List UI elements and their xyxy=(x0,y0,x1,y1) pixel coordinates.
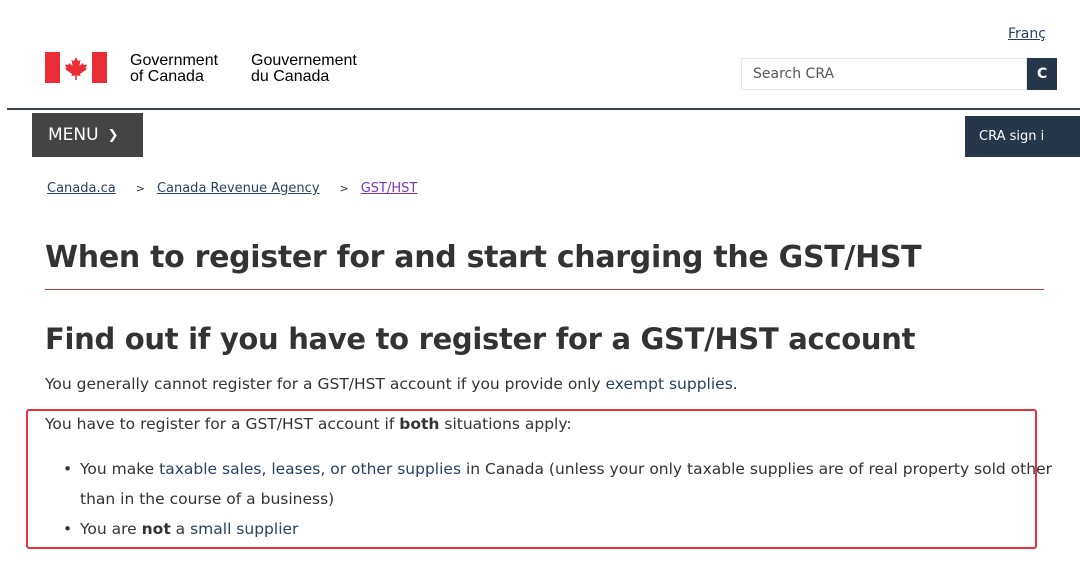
gov-en-line1: Government xyxy=(130,52,219,69)
breadcrumb: Canada.ca > Canada Revenue Agency > GST/… xyxy=(47,181,417,196)
menu-label: MENU xyxy=(48,125,99,145)
breadcrumb-link-gst-hst[interactable]: GST/HST xyxy=(361,181,418,196)
condition-bold: both xyxy=(399,415,440,433)
breadcrumb-separator: > xyxy=(135,182,145,195)
intro-text: You generally cannot register for a GST/… xyxy=(45,375,606,393)
section-heading: Find out if you have to register for a G… xyxy=(45,322,916,356)
gov-en-line2: of Canada xyxy=(130,68,204,85)
small-supplier-link[interactable]: small supplier xyxy=(190,520,298,538)
intro-paragraph: You generally cannot register for a GST/… xyxy=(45,375,738,393)
breadcrumb-link-canada[interactable]: Canada.ca xyxy=(47,181,116,196)
language-toggle-link[interactable]: Franç xyxy=(1008,26,1048,42)
breadcrumb-link-cra[interactable]: Canada Revenue Agency xyxy=(157,181,320,196)
chevron-down-icon: ❯ xyxy=(107,127,119,143)
taxable-supplies-link[interactable]: taxable sales, leases, or other supplies xyxy=(159,460,461,478)
menu-button[interactable]: MENU ❯ xyxy=(32,113,143,157)
condition-text: You have to register for a GST/HST accou… xyxy=(45,415,400,433)
bullet2-bold: not xyxy=(141,520,171,538)
intro-period: . xyxy=(732,375,738,393)
bullet2-text-middle: a xyxy=(170,520,191,538)
list-item: You are not a small supplier xyxy=(63,514,1055,544)
search-input[interactable] xyxy=(741,58,1027,90)
search-button[interactable]: C xyxy=(1027,58,1057,90)
cra-sign-in-button[interactable]: CRA sign i xyxy=(965,116,1080,157)
canada-flag-icon xyxy=(45,52,107,83)
header-divider xyxy=(7,108,1080,110)
page-title: When to register for and start charging … xyxy=(45,240,922,275)
breadcrumb-separator: > xyxy=(339,182,349,195)
list-item: You make taxable sales, leases, or other… xyxy=(63,454,1055,514)
gov-fr-line2: du Canada xyxy=(251,68,330,85)
gov-fr-line1: Gouvernement xyxy=(251,52,357,69)
government-name-english: Government of Canada xyxy=(130,53,218,85)
title-underline xyxy=(45,289,1044,290)
condition-paragraph: You have to register for a GST/HST accou… xyxy=(45,415,572,433)
condition-list: You make taxable sales, leases, or other… xyxy=(63,454,1055,544)
government-of-canada-logo[interactable]: Government of Canada Gouvernement du Can… xyxy=(45,52,357,86)
exempt-supplies-link[interactable]: exempt supplies xyxy=(606,375,733,393)
bullet1-text: You make xyxy=(80,460,160,478)
government-name-french: Gouvernement du Canada xyxy=(251,53,357,85)
condition-text-end: situations apply: xyxy=(439,415,572,433)
bullet2-text: You are xyxy=(80,520,142,538)
